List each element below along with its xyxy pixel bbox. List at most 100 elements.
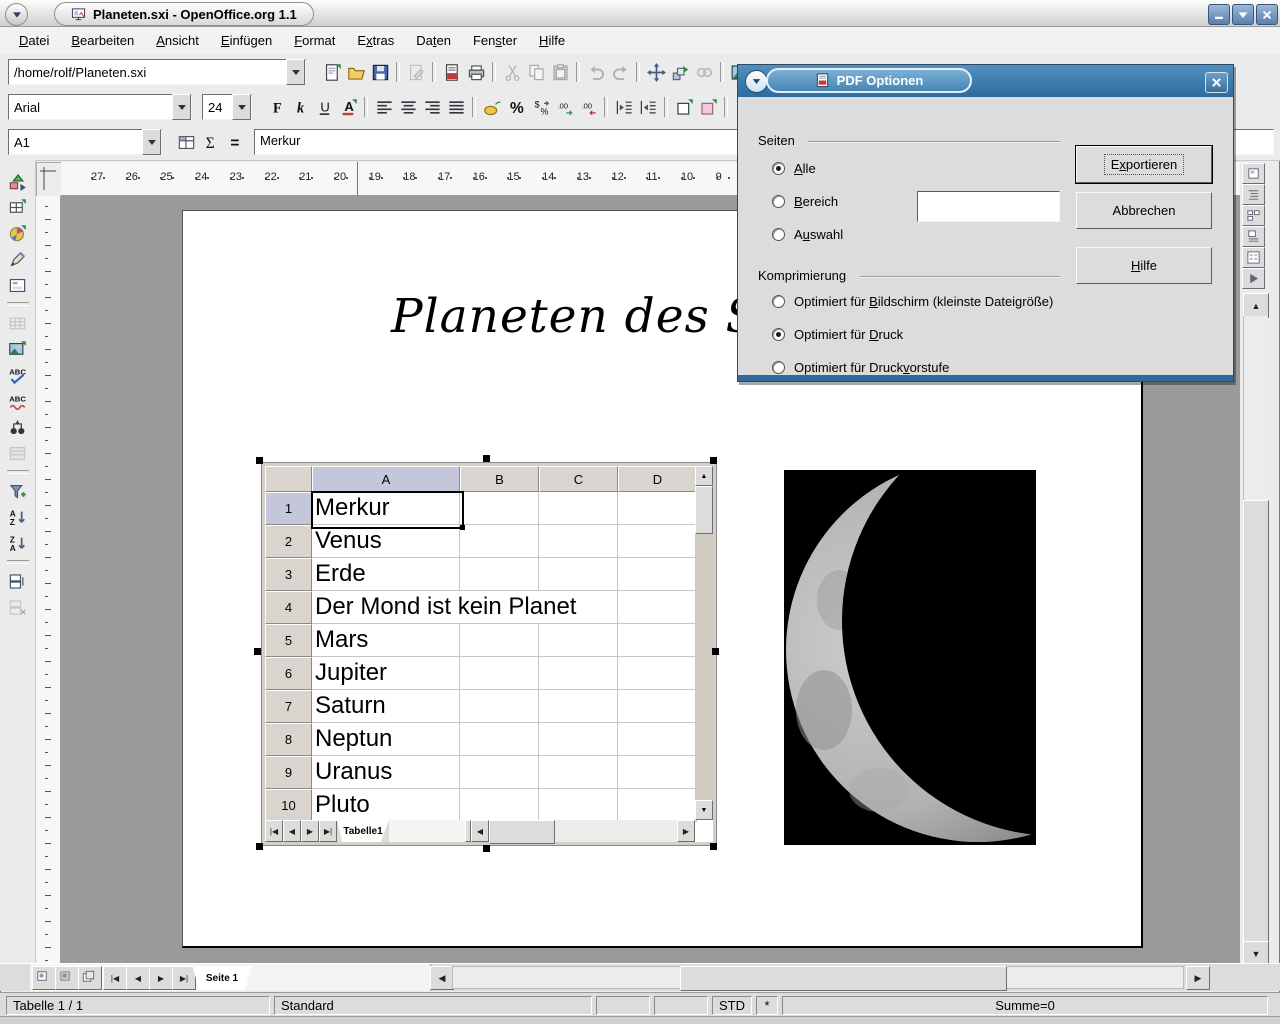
slide-view-mode-button[interactable] bbox=[32, 966, 56, 990]
insert-cells-icon[interactable] bbox=[6, 195, 30, 219]
menu-item-ansicht[interactable]: Ansicht bbox=[145, 28, 210, 54]
cell-C2[interactable] bbox=[539, 525, 618, 558]
column-header-B[interactable]: B bbox=[460, 466, 539, 492]
cell-C9[interactable] bbox=[539, 756, 618, 789]
align-right-icon[interactable] bbox=[420, 95, 444, 119]
insert-object-icon[interactable] bbox=[6, 169, 30, 193]
sheet-corner-box[interactable] bbox=[265, 466, 312, 492]
find-replace-icon[interactable] bbox=[6, 415, 30, 439]
next-page-button[interactable]: ▶ bbox=[149, 966, 173, 990]
sheet-hscroll-left-button[interactable]: ◀ bbox=[471, 820, 489, 842]
sheet-tab[interactable]: Tabelle1 bbox=[337, 820, 389, 842]
radio-label[interactable]: Auswahl bbox=[794, 227, 843, 242]
cell-D8[interactable] bbox=[618, 723, 697, 756]
last-sheet-button[interactable]: ▶| bbox=[319, 820, 337, 842]
cell-D7[interactable] bbox=[618, 690, 697, 723]
font-size-combo[interactable]: 24 bbox=[202, 94, 252, 120]
column-header-C[interactable]: C bbox=[539, 466, 618, 492]
new-document-icon[interactable] bbox=[320, 60, 344, 84]
cell-C6[interactable] bbox=[539, 657, 618, 690]
cell-B9[interactable] bbox=[460, 756, 539, 789]
cell-D1[interactable] bbox=[618, 492, 697, 525]
row-header-2[interactable]: 2 bbox=[265, 525, 312, 558]
align-left-icon[interactable] bbox=[372, 95, 396, 119]
background-color-icon[interactable] bbox=[696, 95, 720, 119]
sheet-hscroll-thumb[interactable] bbox=[489, 820, 555, 844]
sheet-horizontal-scrollbar[interactable] bbox=[489, 820, 677, 842]
dialog-close-button[interactable] bbox=[1205, 72, 1228, 93]
hilfe-button[interactable]: Hilfe bbox=[1076, 247, 1212, 284]
sum-icon[interactable]: Σ bbox=[198, 130, 222, 154]
cell-D5[interactable] bbox=[618, 624, 697, 657]
row-header-10[interactable]: 10 bbox=[265, 789, 312, 822]
function-icon[interactable]: = bbox=[222, 130, 246, 154]
navigator-icon[interactable] bbox=[644, 60, 668, 84]
save-icon[interactable] bbox=[368, 60, 392, 84]
row-header-6[interactable]: 6 bbox=[265, 657, 312, 690]
selection-handle-top-left[interactable] bbox=[256, 457, 263, 464]
group-icon[interactable] bbox=[6, 569, 30, 593]
maximize-button[interactable] bbox=[1232, 4, 1254, 25]
format-currency-icon[interactable] bbox=[480, 95, 504, 119]
insert-chart-icon[interactable] bbox=[6, 221, 30, 245]
align-justify-icon[interactable] bbox=[444, 95, 468, 119]
cell-C10[interactable] bbox=[539, 789, 618, 822]
column-header-D[interactable]: D bbox=[618, 466, 697, 492]
delete-decimal-icon[interactable]: .00 bbox=[576, 95, 600, 119]
row-header-3[interactable]: 3 bbox=[265, 558, 312, 591]
export-pdf-icon[interactable] bbox=[440, 60, 464, 84]
sheet-vscroll-thumb[interactable] bbox=[695, 486, 713, 534]
url-dropdown-button[interactable] bbox=[286, 59, 305, 85]
notes-view-button[interactable] bbox=[1242, 226, 1265, 247]
sheet-vertical-scrollbar[interactable]: ▲▼ bbox=[695, 466, 713, 820]
page-tab[interactable]: Seite 1 bbox=[190, 966, 254, 990]
stylist-icon[interactable] bbox=[668, 60, 692, 84]
cell-B1[interactable] bbox=[460, 492, 539, 525]
font-name-combo[interactable]: Arial bbox=[8, 94, 192, 120]
selection-handle-top-middle[interactable] bbox=[483, 455, 490, 462]
selection-handle-bottom-left[interactable] bbox=[256, 843, 263, 850]
decrease-indent-icon[interactable] bbox=[612, 95, 636, 119]
cell-D10[interactable] bbox=[618, 789, 697, 822]
borders-icon[interactable] bbox=[672, 95, 696, 119]
menu-item-datei[interactable]: Datei bbox=[8, 28, 60, 54]
last-page-button[interactable]: ▶| bbox=[172, 966, 196, 990]
first-sheet-button[interactable]: |◀ bbox=[265, 820, 283, 842]
cell-C7[interactable] bbox=[539, 690, 618, 723]
sheet-vscroll-down-button[interactable]: ▼ bbox=[695, 800, 713, 820]
sheet-vscroll-up-button[interactable]: ▲ bbox=[695, 466, 713, 486]
hscroll-thumb[interactable] bbox=[680, 966, 1007, 991]
next-sheet-button[interactable]: ▶ bbox=[301, 820, 319, 842]
underline-icon[interactable]: U bbox=[312, 95, 336, 119]
sort-ascending-icon[interactable]: AZ bbox=[6, 505, 30, 529]
format-standard-icon[interactable]: $% bbox=[528, 95, 552, 119]
outline-view-button[interactable] bbox=[1242, 184, 1265, 205]
row-header-5[interactable]: 5 bbox=[265, 624, 312, 657]
print-icon[interactable] bbox=[464, 60, 488, 84]
autofilter-icon[interactable] bbox=[6, 479, 30, 503]
abbrechen-button[interactable]: Abbrechen bbox=[1076, 192, 1212, 229]
moon-image[interactable] bbox=[784, 470, 1036, 845]
add-decimal-icon[interactable]: .00 bbox=[552, 95, 576, 119]
cell-B8[interactable] bbox=[460, 723, 539, 756]
layer-view-mode-button[interactable] bbox=[78, 966, 102, 990]
cell-D6[interactable] bbox=[618, 657, 697, 690]
cell-C1[interactable] bbox=[539, 492, 618, 525]
row-header-1[interactable]: 1 bbox=[265, 492, 312, 525]
radio-alle[interactable] bbox=[772, 162, 785, 175]
previous-page-button[interactable]: ◀ bbox=[126, 966, 150, 990]
column-header-A[interactable]: A bbox=[312, 466, 460, 492]
cell-C5[interactable] bbox=[539, 624, 618, 657]
selection-handle-bottom-middle[interactable] bbox=[483, 845, 490, 852]
embedded-spreadsheet-object[interactable]: ABCD1Merkur2Venus3Erde4Der Mond ist kein… bbox=[261, 462, 717, 846]
slide-show-button[interactable] bbox=[1242, 268, 1265, 289]
bold-icon[interactable]: F bbox=[264, 95, 288, 119]
radio-optimiert-f-r-druckvorstufe[interactable] bbox=[772, 361, 785, 374]
range-input[interactable] bbox=[917, 191, 1060, 222]
cell-B7[interactable] bbox=[460, 690, 539, 723]
vscroll-thumb[interactable] bbox=[1243, 500, 1269, 943]
menu-item-fenster[interactable]: Fenster bbox=[462, 28, 528, 54]
close-button[interactable] bbox=[1256, 4, 1278, 25]
font-name-dropdown-button[interactable] bbox=[172, 94, 191, 120]
vscroll-up-button[interactable]: ▲ bbox=[1243, 293, 1269, 318]
